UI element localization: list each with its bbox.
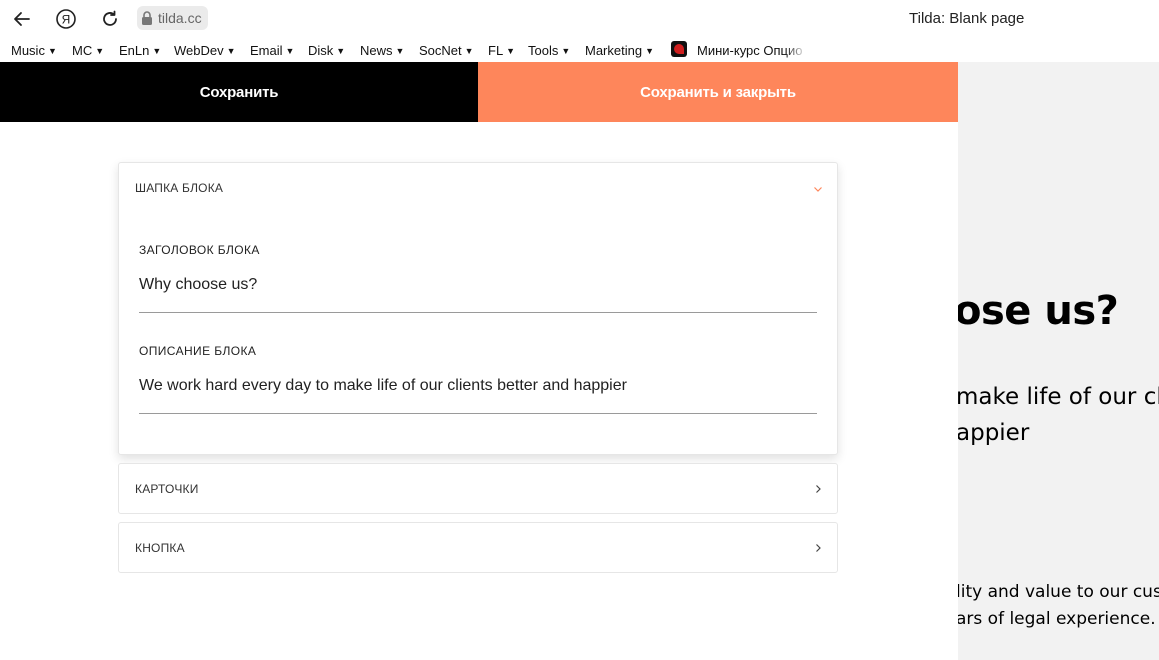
- url-text: tilda.cc: [158, 10, 202, 26]
- preview-body-text: lity and value to our cus ars of legal e…: [958, 579, 1159, 633]
- dropdown-arrow-icon: ▼: [506, 46, 516, 56]
- block-preview: ose us? make life of our cli appier lity…: [958, 62, 1159, 660]
- chevron-right-icon: [816, 485, 821, 493]
- bookmark-webdev[interactable]: WebDev ▼: [174, 43, 236, 58]
- bookmark-course[interactable]: Мини-курс Опцио: [697, 43, 807, 58]
- arrow-left-icon: [14, 12, 30, 26]
- browser-toolbar: Я tilda.cc Tilda: Blank page: [0, 0, 1159, 38]
- preview-desc-line2: appier: [958, 420, 1030, 446]
- bookmark-enln[interactable]: EnLn ▼: [119, 43, 161, 58]
- preview-text-line2: ars of legal experience.: [958, 609, 1156, 629]
- save-button[interactable]: Сохранить: [0, 62, 478, 122]
- reload-button[interactable]: [97, 6, 123, 32]
- preview-description: make life of our cli appier: [958, 379, 1159, 451]
- dropdown-arrow-icon: ▼: [152, 46, 162, 56]
- back-button[interactable]: [9, 6, 35, 32]
- preview-text-line1: lity and value to our cus: [958, 582, 1159, 602]
- bookmark-mc[interactable]: MC ▼: [72, 43, 104, 58]
- dropdown-arrow-icon: ▼: [47, 46, 57, 56]
- reload-icon: [103, 10, 117, 26]
- chevron-down-icon[interactable]: [813, 184, 823, 194]
- section-header-panel: ШАПКА БЛОКА ЗАГОЛОВОК БЛОКА Why choose u…: [118, 162, 838, 455]
- dropdown-arrow-icon: ▼: [95, 46, 105, 56]
- course-favicon-icon: [671, 41, 687, 57]
- bookmark-marketing[interactable]: Marketing ▼: [585, 43, 654, 58]
- bookmark-socnet[interactable]: SocNet ▼: [419, 43, 474, 58]
- field-label-block-description: ОПИСАНИЕ БЛОКА: [139, 344, 257, 358]
- dropdown-arrow-icon: ▼: [336, 46, 346, 56]
- dropdown-arrow-icon: ▼: [561, 46, 571, 56]
- bookmark-disk[interactable]: Disk ▼: [308, 43, 345, 58]
- bookmark-music[interactable]: Music ▼: [11, 43, 57, 58]
- yandex-icon: Я: [56, 9, 76, 29]
- section-header-title[interactable]: ШАПКА БЛОКА: [135, 181, 223, 195]
- input-underline: [139, 413, 817, 414]
- dropdown-arrow-icon: ▼: [285, 46, 295, 56]
- bookmarks-bar: Music ▼ MC ▼ EnLn ▼ WebDev ▼ Email ▼ Disk ▼ Ne…: [0, 38, 1159, 62]
- bookmark-news[interactable]: News ▼: [360, 43, 404, 58]
- bookmark-tools[interactable]: Tools ▼: [528, 43, 570, 58]
- lock-icon: [142, 11, 152, 25]
- section-button-panel[interactable]: КНОПКА: [118, 522, 838, 573]
- bookmark-email[interactable]: Email ▼: [250, 43, 294, 58]
- window-title: Tilda: Blank page: [909, 10, 1025, 27]
- bookmark-fl[interactable]: FL ▼: [488, 43, 515, 58]
- yandex-button[interactable]: Я: [53, 6, 79, 32]
- dropdown-arrow-icon: ▼: [226, 46, 236, 56]
- save-and-close-button[interactable]: Сохранить и закрыть: [478, 62, 958, 122]
- block-description-input[interactable]: We work hard every day to make life of o…: [139, 377, 627, 395]
- dropdown-arrow-icon: ▼: [395, 46, 405, 56]
- preview-title: ose us?: [958, 288, 1119, 334]
- dropdown-arrow-icon: ▼: [464, 46, 474, 56]
- section-cards-panel[interactable]: КАРТОЧКИ: [118, 463, 838, 514]
- section-button-title: КНОПКА: [135, 541, 185, 555]
- svg-text:Я: Я: [62, 13, 71, 27]
- address-bar[interactable]: tilda.cc: [137, 6, 208, 30]
- chevron-right-icon: [816, 544, 821, 552]
- input-underline: [139, 312, 817, 313]
- dropdown-arrow-icon: ▼: [645, 46, 654, 56]
- field-label-block-title: ЗАГОЛОВОК БЛОКА: [139, 243, 260, 257]
- preview-desc-line1: make life of our cli: [958, 384, 1159, 410]
- section-cards-title: КАРТОЧКИ: [135, 482, 199, 496]
- block-title-input[interactable]: Why choose us?: [139, 276, 257, 294]
